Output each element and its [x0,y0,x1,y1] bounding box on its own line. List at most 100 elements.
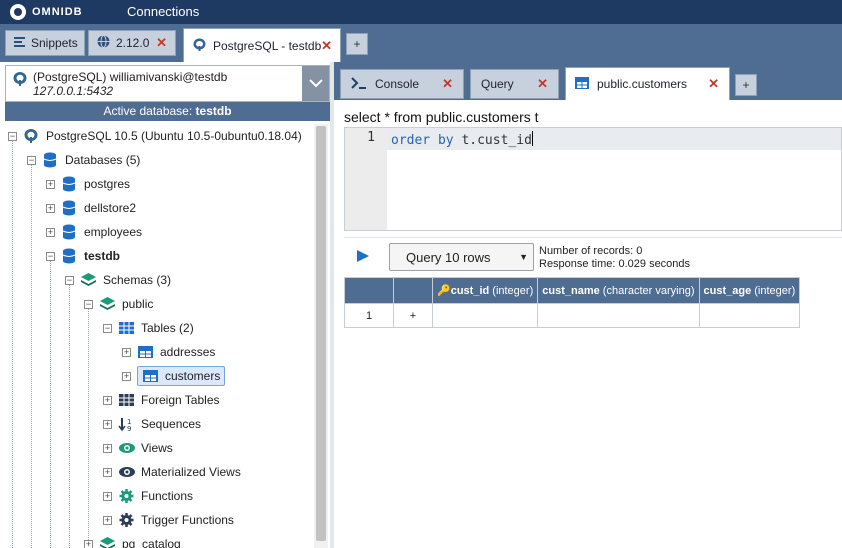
database-icon [61,176,79,192]
expand-icon[interactable]: + [122,371,131,381]
tree-label: customers [165,369,221,383]
list-icon [14,36,25,50]
omnidb-logo-icon [10,4,26,20]
close-icon[interactable]: ✕ [156,35,167,51]
close-icon[interactable]: ✕ [321,38,332,54]
collapse-icon[interactable]: − [8,131,17,141]
sort-numeric-icon: 19 [118,416,136,433]
add-tab-button[interactable]: + [346,33,368,55]
expand-icon[interactable]: + [46,203,55,213]
close-icon[interactable]: ✕ [537,76,548,92]
tree-node-table-customers[interactable]: + customers [122,366,226,386]
expand-icon[interactable]: + [46,179,55,189]
expand-icon[interactable]: + [84,539,93,548]
tree-node-databases[interactable]: − Databases (5) [27,150,140,170]
key-icon: 🔑 [437,285,451,297]
collapse-icon[interactable]: − [84,299,93,309]
tree-node-sequences[interactable]: + 19 Sequences [103,414,201,434]
close-icon[interactable]: ✕ [442,76,453,92]
column-header-cust-age[interactable]: cust_age (integer) [698,277,801,304]
inner-tab-strip: Console ✕ Query ✕ public.customers ✕ + [334,62,842,100]
layers-icon [80,272,98,288]
grid-corner-cell [393,277,433,304]
cell-cust-name[interactable] [537,303,700,328]
tree-node-functions[interactable]: + Functions [103,486,193,506]
tree-node-db-testdb[interactable]: − testdb [46,246,120,266]
eye-icon [118,464,136,480]
connection-host: 127.0.0.1:5432 [33,84,114,98]
table-icon [137,344,155,360]
column-header-cust-id[interactable]: 🔑cust_id (integer) [431,277,539,304]
tree-selected-item: customers [137,366,226,386]
cell-cust-id[interactable] [431,303,539,328]
expand-icon[interactable]: + [122,347,131,357]
column-name: cust_id [450,285,490,297]
tree-scrollbar[interactable] [314,124,328,548]
column-header-cust-name[interactable]: cust_name (character varying) [537,277,700,304]
sql-editor[interactable]: 1 order by t.cust_id [344,127,842,231]
tree-node-db-dellstore2[interactable]: + dellstore2 [46,198,136,218]
expand-icon[interactable]: + [103,395,112,405]
tree-label: employees [84,225,143,239]
tree-label: Sequences [141,417,202,431]
tab-version[interactable]: 2.12.0 ✕ [88,30,176,56]
tree-node-tables[interactable]: − Tables (2) [103,318,194,338]
tree-node-materialized-views[interactable]: + Materialized Views [103,462,241,482]
collapse-icon[interactable]: − [103,323,112,333]
query-stats: Number of records: 0 Response time: 0.02… [539,245,690,271]
close-icon[interactable]: ✕ [708,76,719,92]
collapse-icon[interactable]: − [46,251,55,261]
active-code-line[interactable]: order by t.cust_id [387,128,841,150]
logo-text: OMNIDB [32,6,83,18]
tree-node-schema-pg-catalog[interactable]: + pg_catalog [84,534,181,548]
tree-node-foreign-tables[interactable]: + Foreign Tables [103,390,220,410]
foreign-tables-icon [118,392,136,408]
tree-node-views[interactable]: + Views [103,438,173,458]
query-mode-select[interactable]: Query 10 rows ▼ [389,243,534,271]
active-db-name: testdb [195,104,232,118]
tree-node-db-employees[interactable]: + employees [46,222,142,242]
expand-icon[interactable]: + [103,491,112,501]
tab-label: public.customers [597,77,688,91]
postgresql-elephant-icon [192,37,207,55]
scrollbar-thumb[interactable] [316,126,326,541]
chevron-down-icon[interactable] [302,66,329,101]
tab-public-customers[interactable]: public.customers ✕ [565,67,730,100]
nav-connections-link[interactable]: Connections [127,4,199,19]
tab-console[interactable]: Console ✕ [340,69,464,99]
tab-postgresql-testdb[interactable]: PostgreSQL - testdb ✕ [183,28,341,62]
tree-node-table-addresses[interactable]: + addresses [122,342,215,362]
tab-snippets[interactable]: Snippets [5,30,85,56]
tree-node-trigger-functions[interactable]: + Trigger Functions [103,510,234,530]
line-number: 1 [367,130,375,145]
layers-icon [99,296,117,312]
collapse-icon[interactable]: − [65,275,74,285]
terminal-icon [351,76,367,92]
run-query-button[interactable] [356,249,372,265]
connection-selector[interactable]: (PostgreSQL) williamivanski@testdb 127.0… [5,65,330,102]
postgresql-elephant-icon [12,71,28,90]
active-db-label: Active database: [103,104,193,118]
tree-label: public [122,297,154,311]
tree-label: Foreign Tables [141,393,220,407]
expand-icon[interactable]: + [103,467,112,477]
cell-cust-age[interactable] [698,303,801,328]
add-row-button[interactable]: + [393,303,433,328]
tree-node-server[interactable]: − PostgreSQL 10.5 (Ubuntu 10.5-0ubuntu0.… [8,126,302,146]
grid-header-row: 🔑cust_id (integer) cust_name (character … [344,277,801,304]
expand-icon[interactable]: + [46,227,55,237]
query-panel: Console ✕ Query ✕ public.customers ✕ + s… [334,62,842,548]
tab-query[interactable]: Query ✕ [470,69,559,99]
tree-node-db-postgres[interactable]: + postgres [46,174,130,194]
text-caret [531,131,533,146]
tree-label: Databases (5) [65,153,141,167]
add-tab-button[interactable]: + [735,74,757,96]
tree-node-schema-public[interactable]: − public [84,294,153,314]
expand-icon[interactable]: + [103,443,112,453]
expand-icon[interactable]: + [103,515,112,525]
expand-icon[interactable]: + [103,419,112,429]
collapse-icon[interactable]: − [27,155,36,165]
gear-icon [118,512,136,528]
tree-node-schemas[interactable]: − Schemas (3) [65,270,171,290]
row-number: 1 [344,303,394,328]
